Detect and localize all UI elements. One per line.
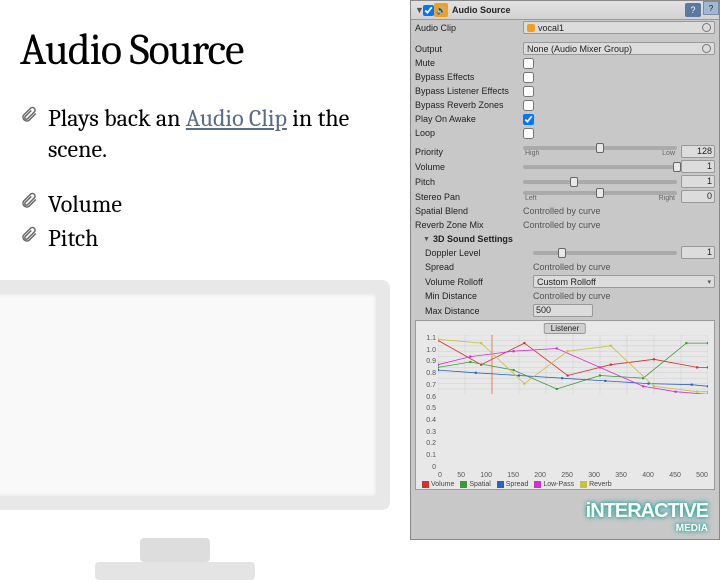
volume-slider[interactable] <box>523 165 677 169</box>
pitch-value[interactable]: 1 <box>681 175 715 188</box>
rolloff-curve-chart[interactable]: Listener 1.11.00.90.80.70.60.50.40.30.20… <box>415 320 715 490</box>
help-corner-icon[interactable]: ? <box>703 1 719 15</box>
audio-clip-field[interactable]: vocal1 <box>523 21 715 34</box>
reverb-mix-value: Controlled by curve <box>523 220 715 230</box>
component-header[interactable]: ▼ 🔊 Audio Source ? ⚙ <box>411 1 719 20</box>
mute-label: Mute <box>415 58 523 68</box>
audio-source-icon: 🔊 <box>434 3 448 17</box>
pan-label: Stereo Pan <box>415 192 523 202</box>
component-enable-checkbox[interactable] <box>423 5 434 16</box>
output-label: Output <box>415 44 523 54</box>
doppler-slider[interactable] <box>533 251 677 255</box>
bypass-fx-label: Bypass Effects <box>415 72 523 82</box>
doppler-value[interactable]: 1 <box>681 246 715 259</box>
bullet-2: Volume <box>48 189 394 220</box>
paperclip-icon <box>20 103 42 134</box>
spread-value: Controlled by curve <box>533 262 715 272</box>
pitch-label: Pitch <box>415 177 523 187</box>
spatial-value: Controlled by curve <box>523 206 715 216</box>
listener-marker: Listener <box>544 323 586 334</box>
paperclip-icon <box>20 189 42 220</box>
bypass-listener-checkbox[interactable] <box>523 86 534 97</box>
mute-checkbox[interactable] <box>523 58 534 69</box>
audio-clip-label: Audio Clip <box>415 23 523 33</box>
mindist-label: Min Distance <box>425 291 533 301</box>
slide-title: Audio Source <box>20 24 394 75</box>
help-icon[interactable]: ? <box>685 3 701 17</box>
audio-clip-link[interactable]: Audio Clip <box>186 104 287 132</box>
pan-slider[interactable] <box>523 191 677 195</box>
bypass-reverb-label: Bypass Reverb Zones <box>415 100 523 110</box>
reverb-mix-label: Reverb Zone Mix <box>415 220 523 230</box>
interactive-media-logo: iNTERACTIVEMEDIA <box>586 500 708 534</box>
rolloff-label: Volume Rolloff <box>425 277 533 287</box>
bullets: Plays back an Audio Clip in the scene. V… <box>20 103 394 254</box>
mindist-value: Controlled by curve <box>533 291 715 301</box>
bypass-fx-checkbox[interactable] <box>523 72 534 83</box>
maxdist-value[interactable]: 500 <box>533 304 593 317</box>
monitor-graphic <box>0 280 390 580</box>
volume-value[interactable]: 1 <box>681 160 715 173</box>
unity-inspector: ? ▼ 🔊 Audio Source ? ⚙ Audio Clip vocal1… <box>410 0 720 540</box>
pitch-slider[interactable] <box>523 180 677 184</box>
foldout-icon[interactable]: ▼ <box>415 5 423 15</box>
3d-settings-header[interactable]: 3D Sound Settings <box>411 232 719 245</box>
object-picker-icon[interactable] <box>702 44 711 53</box>
rolloff-dropdown[interactable]: Custom Rolloff <box>533 275 715 288</box>
bypass-listener-label: Bypass Listener Effects <box>415 86 523 96</box>
maxdist-label: Max Distance <box>425 306 533 316</box>
bullet-3: Pitch <box>48 223 394 254</box>
volume-label: Volume <box>415 162 523 172</box>
loop-label: Loop <box>415 128 523 138</box>
play-awake-checkbox[interactable] <box>523 114 534 125</box>
spread-label: Spread <box>425 262 533 272</box>
priority-slider[interactable] <box>523 146 677 150</box>
play-awake-label: Play On Awake <box>415 114 523 124</box>
chart-legend: Volume Spatial Spread Low-Pass Reverb <box>420 480 710 489</box>
component-title: Audio Source <box>452 5 683 15</box>
priority-label: Priority <box>415 147 523 157</box>
loop-checkbox[interactable] <box>523 128 534 139</box>
pan-value[interactable]: 0 <box>681 190 715 203</box>
bypass-reverb-checkbox[interactable] <box>523 100 534 111</box>
output-field[interactable]: None (Audio Mixer Group) <box>523 42 715 55</box>
spatial-label: Spatial Blend <box>415 206 523 216</box>
doppler-label: Doppler Level <box>425 248 533 258</box>
priority-value[interactable]: 128 <box>681 145 715 158</box>
paperclip-icon <box>20 223 42 254</box>
bullet-1: Plays back an Audio Clip in the scene. <box>48 103 394 165</box>
object-picker-icon[interactable] <box>702 23 711 32</box>
